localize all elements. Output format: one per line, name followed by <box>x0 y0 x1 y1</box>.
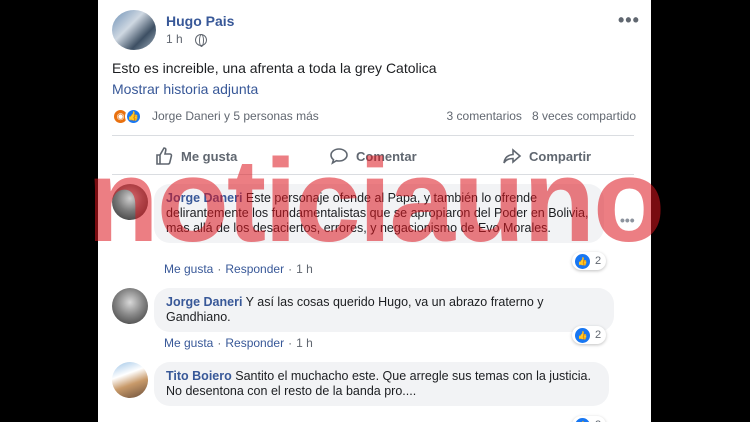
comment-like-link[interactable]: Me gusta <box>164 336 213 350</box>
comment-reply-link[interactable]: Responder <box>225 336 284 350</box>
author-avatar[interactable] <box>112 10 156 50</box>
reactor-names[interactable]: Jorge Daneri y 5 personas más <box>152 109 319 123</box>
commenter-name[interactable]: Jorge Daneri <box>166 191 242 205</box>
comment-text-line2: No desentona con el resto de la banda pr… <box>166 384 417 398</box>
globe-icon <box>195 34 207 47</box>
share-label: Compartir <box>529 148 592 164</box>
post-stats: 3 comentarios 8 veces compartido <box>447 109 636 123</box>
comment-label: Comentar <box>356 148 417 164</box>
like-count: 2 <box>595 329 602 341</box>
comment-bubble: Tito Boiero Santito el muchacho este. Qu… <box>154 362 609 406</box>
commenter-avatar[interactable] <box>112 288 148 324</box>
like-button[interactable]: Me gusta <box>154 146 237 166</box>
commenter-avatar[interactable] <box>112 362 148 398</box>
comment-actions: Me gusta · Responder · 1 h <box>164 262 313 276</box>
comment-text: Santito el muchacho este. Que arregle su… <box>235 369 591 383</box>
comment-time[interactable]: 1 h <box>296 262 313 276</box>
like-icon: 👍 <box>575 253 590 269</box>
author-name[interactable]: Hugo Pais <box>166 13 234 29</box>
comments-count[interactable]: 3 comentarios <box>447 109 522 123</box>
comment-like-count[interactable]: 👍 2 <box>572 326 607 344</box>
post-card: Hugo Pais 1 h ••• Esto es increible, una… <box>98 0 651 422</box>
comment-more-icon[interactable]: ••• <box>620 212 635 228</box>
comments-section: Jorge Daneri Este personaje ofende al Pa… <box>98 176 651 422</box>
like-label: Me gusta <box>181 148 238 164</box>
comment-icon <box>330 148 348 165</box>
commenter-name[interactable]: Jorge Daneri <box>166 295 242 309</box>
shares-count[interactable]: 8 veces compartido <box>532 109 636 123</box>
show-story-link[interactable]: Mostrar historia adjunta <box>112 81 258 97</box>
comment-like-count[interactable]: 👍 2 <box>572 416 607 422</box>
like-count: 2 <box>595 255 602 267</box>
comment-button[interactable]: Comentar <box>329 146 417 166</box>
more-options-icon[interactable]: ••• <box>618 10 640 31</box>
post-text: Esto es increible, una afrenta a toda la… <box>112 60 437 76</box>
divider <box>112 135 634 136</box>
comment-bubble: Jorge Daneri Este personaje ofende al Pa… <box>154 184 604 243</box>
comment-actions: Me gusta · Responder · 1 h <box>164 336 313 350</box>
commenter-name[interactable]: Tito Boiero <box>166 369 232 383</box>
post-time[interactable]: 1 h <box>166 32 183 46</box>
like-icon: 👍 <box>575 327 590 343</box>
share-button[interactable]: Compartir <box>502 146 591 166</box>
like-icon: 👍 <box>575 417 590 422</box>
comment-bubble: Jorge Daneri Y así las cosas querido Hug… <box>154 288 614 332</box>
comment-like-count[interactable]: 👍 2 <box>572 252 607 270</box>
comment-like-link[interactable]: Me gusta <box>164 262 213 276</box>
comment-time[interactable]: 1 h <box>296 336 313 350</box>
divider <box>112 174 634 175</box>
commenter-avatar[interactable] <box>112 184 148 220</box>
like-reaction-icon: 👍 <box>125 108 142 125</box>
comment-reply-link[interactable]: Responder <box>225 262 284 276</box>
thumbs-up-icon <box>156 147 173 165</box>
share-icon <box>503 148 522 164</box>
